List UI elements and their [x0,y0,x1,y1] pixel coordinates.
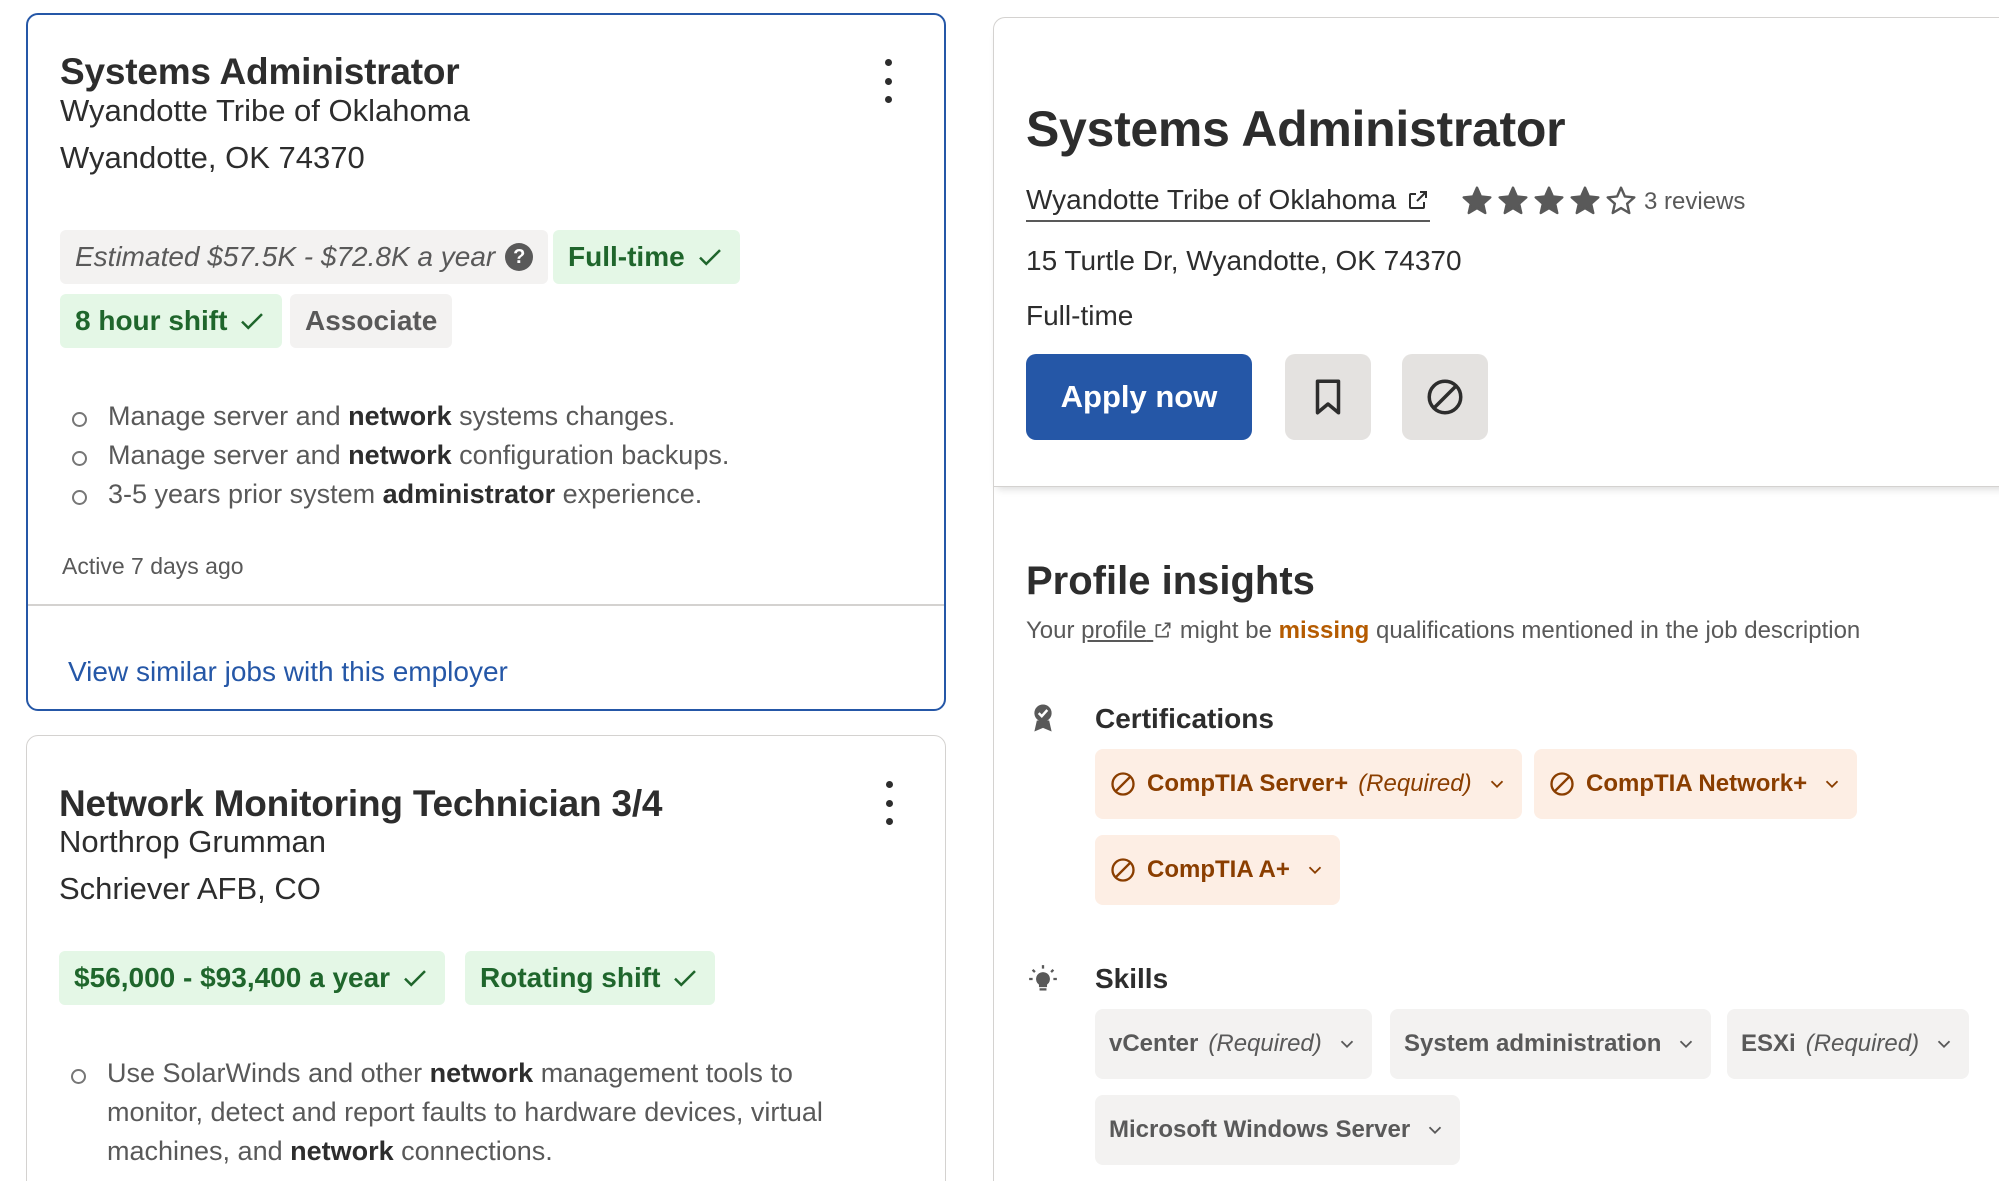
star-filled-icon [1534,186,1564,215]
not-interested-icon [1427,379,1463,415]
reviews-count[interactable]: 3 reviews [1644,188,1745,216]
check-icon [674,970,697,987]
certification-tag[interactable]: CompTIA A+ [1095,835,1340,905]
save-job-button[interactable] [1285,354,1371,440]
chevron-down-icon [1825,780,1839,789]
job-card-company: Northrop Grumman [59,824,327,859]
salary-text: $56,000 - $93,400 a year [74,962,391,993]
external-link-icon [1155,622,1171,638]
certifications-label: Certifications [1095,703,1274,734]
prohibited-icon [1550,772,1574,796]
skills-label: Skills [1095,963,1169,994]
company-link[interactable]: Wyandotte Tribe of Oklahoma [1026,184,1431,222]
prohibited-icon [1111,858,1135,882]
job-type-chip: Full-time [553,230,740,284]
star-filled-icon [1462,186,1492,215]
divider [28,604,944,606]
shift-chip: Rotating shift [465,951,716,1005]
profile-insights-subtitle: Your profile might be missing qualificat… [1026,617,1861,644]
profile-insights-title: Profile insights [1026,559,1315,603]
profile-link[interactable]: profile [1081,617,1173,644]
chevron-down-icon [1308,866,1322,875]
list-item: Manage server and network configuration … [68,436,729,475]
list-item: Use SolarWinds and other network managem… [67,1054,927,1171]
more-options-icon[interactable] [878,59,898,103]
job-card-company: Wyandotte Tribe of Oklahoma [60,93,470,128]
skill-tag[interactable]: System administration [1390,1009,1712,1079]
job-detail-header: Systems Administrator Wyandotte Tribe of… [993,17,1999,487]
star-empty-icon [1606,186,1636,215]
check-icon [404,970,426,987]
skills-lightbulb-icon [1029,965,1057,991]
job-snippet-list: Use SolarWinds and other network managem… [67,1054,927,1171]
help-icon[interactable]: ? [505,243,534,271]
list-item: Manage server and network systems change… [68,397,729,436]
certification-tag[interactable]: CompTIA Network+ [1534,749,1858,819]
star-filled-icon [1570,186,1600,215]
certification-tag[interactable]: CompTIA Server+ (Required) [1095,749,1522,819]
more-options-icon[interactable] [879,781,899,825]
chevron-down-icon [1340,1040,1353,1049]
active-date: Active 7 days ago [62,553,244,579]
not-interested-button[interactable] [1402,354,1488,440]
job-type: Full-time [1026,300,1134,331]
job-card-location: Schriever AFB, CO [59,871,321,906]
external-link-icon [1409,191,1428,209]
salary-chip: $56,000 - $93,400 a year [59,951,446,1005]
shift-chip: 8 hour shift [60,294,283,348]
salary-estimate-text: Estimated $57.5K - $72.8K a year [75,241,496,272]
apply-now-button[interactable]: Apply now [1026,354,1252,440]
job-card-network-monitoring-technician[interactable]: Network Monitoring Technician 3/4 Northr… [26,735,946,1181]
chevron-down-icon [1680,1040,1693,1049]
job-detail-title: Systems Administrator [1026,101,1566,157]
profile-insights-section: Profile insights Your profile might be m… [993,487,1999,1181]
check-icon [241,313,264,330]
chevron-down-icon [1490,780,1503,789]
job-address: 15 Turtle Dr, Wyandotte, OK 74370 [1026,245,1462,276]
star-rating[interactable] [1461,185,1637,217]
skill-tag[interactable]: Microsoft Windows Server [1095,1095,1461,1165]
chevron-down-icon [1937,1040,1951,1049]
star-filled-icon [1498,186,1528,215]
skill-tag[interactable]: ESXi (Required) [1727,1009,1970,1079]
list-item: 3-5 years prior system administrator exp… [68,475,729,514]
check-icon [698,249,721,266]
job-type-text: Full-time [568,241,685,272]
job-snippet-list: Manage server and network systems change… [68,397,729,514]
view-similar-jobs-link[interactable]: View similar jobs with this employer [68,656,508,688]
job-card-systems-administrator[interactable]: Systems Administrator Wyandotte Tribe of… [26,13,946,711]
job-card-location: Wyandotte, OK 74370 [60,140,365,175]
chevron-down-icon [1429,1126,1442,1135]
shift-text: 8 hour shift [75,305,228,336]
job-card-title[interactable]: Network Monitoring Technician 3/4 [59,783,662,825]
skill-tag[interactable]: vCenter (Required) [1095,1009,1372,1079]
company-name[interactable]: Wyandotte Tribe of Oklahoma [1026,184,1396,216]
shift-text: Rotating shift [480,962,661,993]
level-chip: Associate [290,294,453,348]
salary-estimate-chip: Estimated $57.5K - $72.8K a year ? [60,230,549,284]
certification-icon [1034,704,1052,732]
job-card-title[interactable]: Systems Administrator [60,51,460,93]
bookmark-icon [1315,379,1341,415]
prohibited-icon [1111,772,1135,796]
